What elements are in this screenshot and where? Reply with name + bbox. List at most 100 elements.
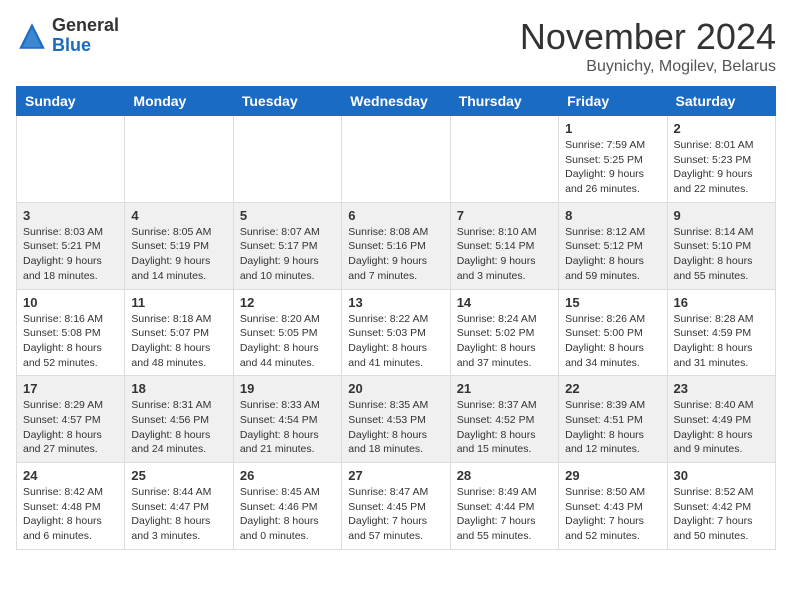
day-info: Sunrise: 8:44 AM Sunset: 4:47 PM Dayligh… (131, 485, 226, 544)
day-info: Sunrise: 8:20 AM Sunset: 5:05 PM Dayligh… (240, 312, 335, 371)
day-info: Sunrise: 8:29 AM Sunset: 4:57 PM Dayligh… (23, 398, 118, 457)
calendar-cell-w3-d6: 23 Sunrise: 8:40 AM Sunset: 4:49 PM Dayli… (667, 376, 775, 463)
day-info: Sunrise: 8:01 AM Sunset: 5:23 PM Dayligh… (674, 138, 769, 197)
calendar-cell-w4-d2: 26 Sunrise: 8:45 AM Sunset: 4:46 PM Dayli… (233, 463, 341, 550)
day-number: 2 (674, 121, 769, 136)
calendar-cell-w1-d0: 3 Sunrise: 8:03 AM Sunset: 5:21 PM Daylig… (17, 202, 125, 289)
day-info: Sunrise: 8:08 AM Sunset: 5:16 PM Dayligh… (348, 225, 443, 284)
calendar-cell-w0-d4 (450, 116, 558, 203)
day-number: 4 (131, 208, 226, 223)
day-number: 26 (240, 468, 335, 483)
day-number: 30 (674, 468, 769, 483)
day-number: 13 (348, 295, 443, 310)
calendar-cell-w4-d5: 29Sunrise: 8:50 AM Sunset: 4:43 PM Dayli… (559, 463, 667, 550)
day-info: Sunrise: 8:39 AM Sunset: 4:51 PM Dayligh… (565, 398, 660, 457)
day-info: Sunrise: 8:52 AM Sunset: 4:42 PM Dayligh… (674, 485, 769, 544)
calendar-cell-w0-d5: 1 Sunrise: 7:59 AM Sunset: 5:25 PM Daylig… (559, 116, 667, 203)
day-number: 14 (457, 295, 552, 310)
day-number: 9 (674, 208, 769, 223)
calendar-cell-w4-d0: 24 Sunrise: 8:42 AM Sunset: 4:48 PM Dayli… (17, 463, 125, 550)
header-thursday: Thursday (450, 87, 558, 116)
calendar-week-row-0: 1 Sunrise: 7:59 AM Sunset: 5:25 PM Daylig… (17, 116, 776, 203)
header-saturday: Saturday (667, 87, 775, 116)
day-info: Sunrise: 8:05 AM Sunset: 5:19 PM Dayligh… (131, 225, 226, 284)
day-number: 12 (240, 295, 335, 310)
day-info: Sunrise: 8:12 AM Sunset: 5:12 PM Dayligh… (565, 225, 660, 284)
logo: General Blue (16, 16, 119, 56)
day-number: 1 (565, 121, 660, 136)
day-number: 27 (348, 468, 443, 483)
header-sunday: Sunday (17, 87, 125, 116)
day-info: Sunrise: 8:33 AM Sunset: 4:54 PM Dayligh… (240, 398, 335, 457)
day-info: Sunrise: 8:31 AM Sunset: 4:56 PM Dayligh… (131, 398, 226, 457)
logo-icon (16, 20, 48, 52)
calendar-cell-w3-d0: 17 Sunrise: 8:29 AM Sunset: 4:57 PM Dayli… (17, 376, 125, 463)
day-number: 11 (131, 295, 226, 310)
calendar-cell-w2-d0: 10 Sunrise: 8:16 AM Sunset: 5:08 PM Dayli… (17, 289, 125, 376)
day-info: Sunrise: 8:18 AM Sunset: 5:07 PM Dayligh… (131, 312, 226, 371)
day-info: Sunrise: 8:40 AM Sunset: 4:49 PM Dayligh… (674, 398, 769, 457)
day-info: Sunrise: 8:45 AM Sunset: 4:46 PM Dayligh… (240, 485, 335, 544)
day-number: 3 (23, 208, 118, 223)
logo-blue-text: Blue (52, 36, 119, 56)
calendar-cell-w2-d6: 16Sunrise: 8:28 AM Sunset: 4:59 PM Dayli… (667, 289, 775, 376)
day-number: 18 (131, 381, 226, 396)
day-info: Sunrise: 8:03 AM Sunset: 5:21 PM Dayligh… (23, 225, 118, 284)
day-number: 16 (674, 295, 769, 310)
calendar-cell-w3-d4: 21 Sunrise: 8:37 AM Sunset: 4:52 PM Dayli… (450, 376, 558, 463)
calendar-cell-w3-d1: 18 Sunrise: 8:31 AM Sunset: 4:56 PM Dayli… (125, 376, 233, 463)
logo-text: General Blue (52, 16, 119, 56)
day-number: 5 (240, 208, 335, 223)
day-number: 15 (565, 295, 660, 310)
calendar-cell-w1-d4: 7 Sunrise: 8:10 AM Sunset: 5:14 PM Daylig… (450, 202, 558, 289)
day-info: Sunrise: 7:59 AM Sunset: 5:25 PM Dayligh… (565, 138, 660, 197)
logo-general-text: General (52, 16, 119, 36)
day-number: 23 (674, 381, 769, 396)
day-info: Sunrise: 8:26 AM Sunset: 5:00 PM Dayligh… (565, 312, 660, 371)
day-info: Sunrise: 8:10 AM Sunset: 5:14 PM Dayligh… (457, 225, 552, 284)
day-number: 20 (348, 381, 443, 396)
calendar-cell-w1-d2: 5 Sunrise: 8:07 AM Sunset: 5:17 PM Daylig… (233, 202, 341, 289)
day-info: Sunrise: 8:37 AM Sunset: 4:52 PM Dayligh… (457, 398, 552, 457)
calendar-cell-w1-d5: 8Sunrise: 8:12 AM Sunset: 5:12 PM Daylig… (559, 202, 667, 289)
header-wednesday: Wednesday (342, 87, 450, 116)
calendar-table: Sunday Monday Tuesday Wednesday Thursday… (16, 86, 776, 550)
day-number: 21 (457, 381, 552, 396)
calendar-cell-w1-d1: 4 Sunrise: 8:05 AM Sunset: 5:19 PM Daylig… (125, 202, 233, 289)
day-number: 24 (23, 468, 118, 483)
calendar-header-row: Sunday Monday Tuesday Wednesday Thursday… (17, 87, 776, 116)
day-number: 29 (565, 468, 660, 483)
day-info: Sunrise: 8:47 AM Sunset: 4:45 PM Dayligh… (348, 485, 443, 544)
day-info: Sunrise: 8:16 AM Sunset: 5:08 PM Dayligh… (23, 312, 118, 371)
day-number: 7 (457, 208, 552, 223)
day-info: Sunrise: 8:07 AM Sunset: 5:17 PM Dayligh… (240, 225, 335, 284)
day-info: Sunrise: 8:35 AM Sunset: 4:53 PM Dayligh… (348, 398, 443, 457)
day-number: 10 (23, 295, 118, 310)
calendar-cell-w0-d3 (342, 116, 450, 203)
calendar-cell-w3-d3: 20 Sunrise: 8:35 AM Sunset: 4:53 PM Dayli… (342, 376, 450, 463)
calendar-cell-w0-d6: 2 Sunrise: 8:01 AM Sunset: 5:23 PM Daylig… (667, 116, 775, 203)
day-info: Sunrise: 8:49 AM Sunset: 4:44 PM Dayligh… (457, 485, 552, 544)
calendar-cell-w0-d0 (17, 116, 125, 203)
location-title: Buynichy, Mogilev, Belarus (520, 58, 776, 76)
header: General Blue November 2024 Buynichy, Mog… (16, 16, 776, 76)
calendar-cell-w2-d5: 15 Sunrise: 8:26 AM Sunset: 5:00 PM Dayli… (559, 289, 667, 376)
calendar-cell-w1-d6: 9 Sunrise: 8:14 AM Sunset: 5:10 PM Daylig… (667, 202, 775, 289)
day-info: Sunrise: 8:14 AM Sunset: 5:10 PM Dayligh… (674, 225, 769, 284)
header-tuesday: Tuesday (233, 87, 341, 116)
title-area: November 2024 Buynichy, Mogilev, Belarus (520, 16, 776, 76)
calendar-cell-w4-d4: 28Sunrise: 8:49 AM Sunset: 4:44 PM Dayli… (450, 463, 558, 550)
header-monday: Monday (125, 87, 233, 116)
day-number: 22 (565, 381, 660, 396)
calendar-week-row-4: 24 Sunrise: 8:42 AM Sunset: 4:48 PM Dayli… (17, 463, 776, 550)
calendar-cell-w2-d2: 12 Sunrise: 8:20 AM Sunset: 5:05 PM Dayli… (233, 289, 341, 376)
day-info: Sunrise: 8:42 AM Sunset: 4:48 PM Dayligh… (23, 485, 118, 544)
calendar-cell-w2-d1: 11 Sunrise: 8:18 AM Sunset: 5:07 PM Dayli… (125, 289, 233, 376)
calendar-cell-w4-d1: 25Sunrise: 8:44 AM Sunset: 4:47 PM Dayli… (125, 463, 233, 550)
day-info: Sunrise: 8:22 AM Sunset: 5:03 PM Dayligh… (348, 312, 443, 371)
calendar-week-row-3: 17 Sunrise: 8:29 AM Sunset: 4:57 PM Dayli… (17, 376, 776, 463)
calendar-cell-w0-d2 (233, 116, 341, 203)
day-number: 17 (23, 381, 118, 396)
calendar-cell-w4-d6: 30 Sunrise: 8:52 AM Sunset: 4:42 PM Dayli… (667, 463, 775, 550)
calendar-cell-w2-d3: 13 Sunrise: 8:22 AM Sunset: 5:03 PM Dayli… (342, 289, 450, 376)
